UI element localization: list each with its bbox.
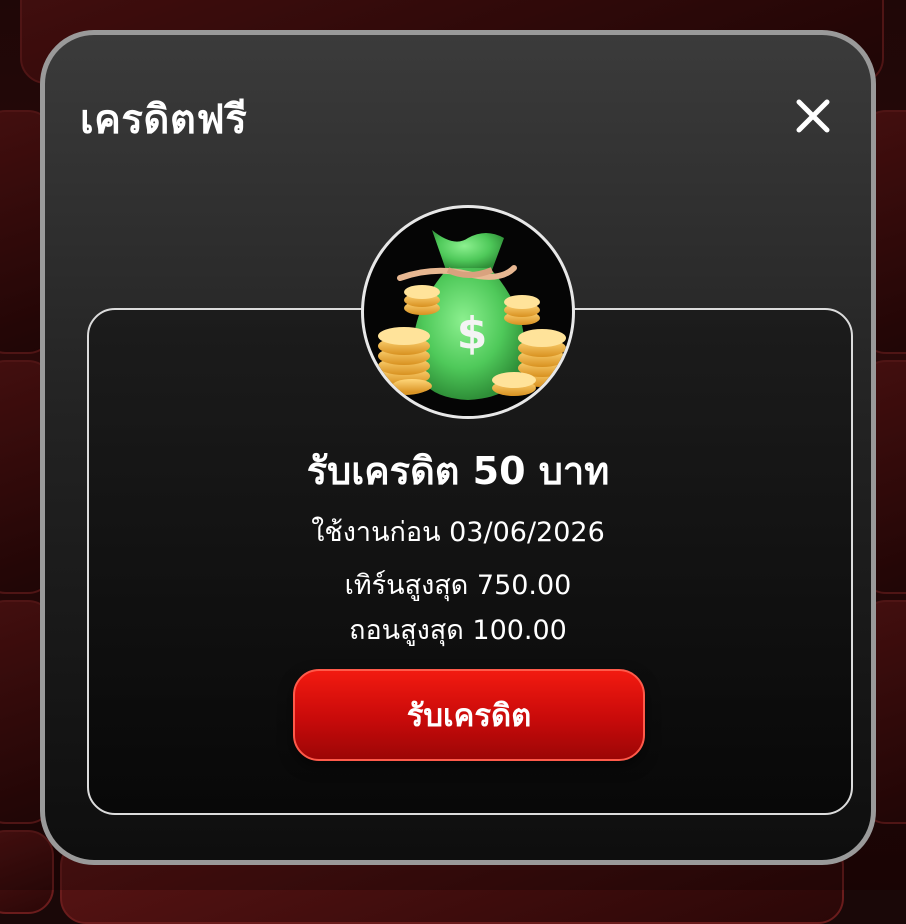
- close-icon[interactable]: [790, 93, 836, 139]
- max-turnover: เทิร์นสูงสุด 750.00: [344, 570, 572, 601]
- claim-credit-button[interactable]: รับเครดิต: [293, 669, 645, 761]
- expiry-date: ใช้งานก่อน 03/06/2026: [311, 517, 605, 548]
- modal-title: เครดิตฟรี: [80, 97, 248, 143]
- money-bag-icon: $: [361, 205, 575, 419]
- free-credit-modal: เครดิตฟรี $ รับเครดิต 50 บาท ใช้งานก่อน …: [40, 30, 876, 865]
- max-withdraw: ถอนสูงสุด 100.00: [349, 615, 567, 646]
- svg-text:$: $: [457, 308, 488, 359]
- credit-headline: รับเครดิต 50 บาท: [306, 449, 610, 493]
